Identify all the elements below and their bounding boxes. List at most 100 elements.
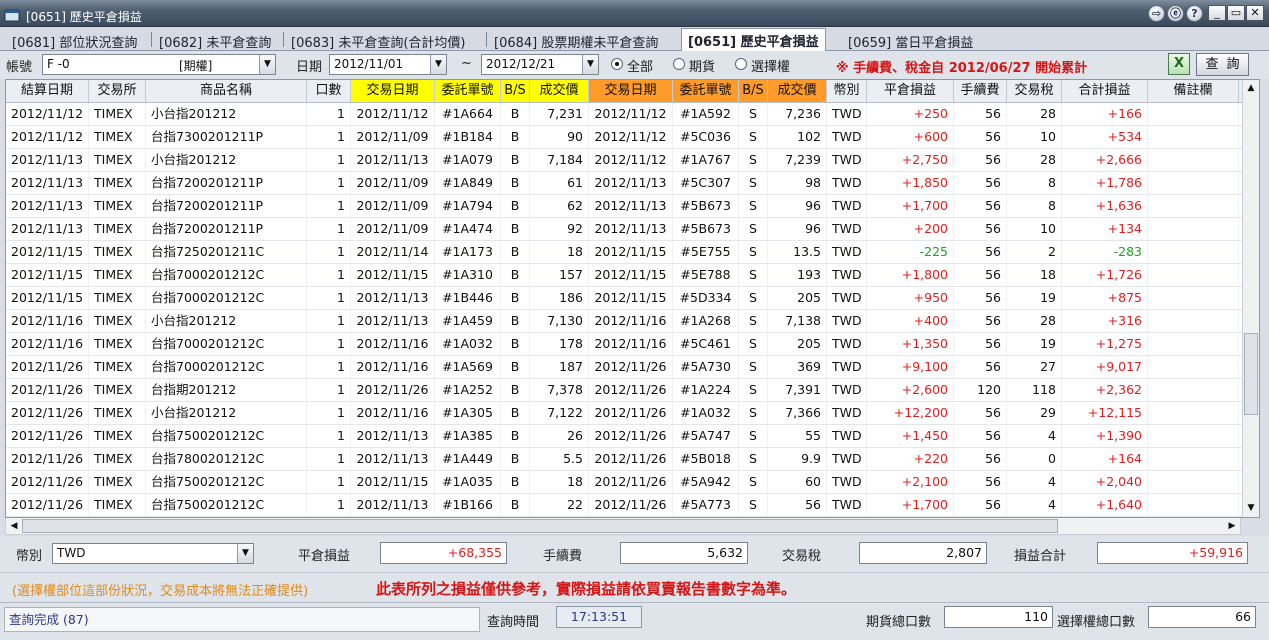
- status-bar: 查詢完成 (87) 查詢時間 17:13:51 期貨總口數 110 選擇權總口數…: [0, 602, 1269, 640]
- close-button[interactable]: ✕: [1246, 5, 1264, 21]
- cell-tax: 4: [1007, 494, 1062, 516]
- date-to-input[interactable]: 2012/12/21 ▼: [481, 54, 599, 75]
- help-icon[interactable]: ?: [1186, 5, 1203, 22]
- table-row[interactable]: 2012/11/15 TIMEX 台指7000201212C 1 2012/11/13 #…: [6, 287, 1243, 310]
- vertical-scrollbar[interactable]: ▲ ▼: [1242, 80, 1259, 517]
- calendar-dropdown-icon[interactable]: ▼: [582, 55, 598, 74]
- header-close-pnl[interactable]: 平倉損益: [867, 80, 954, 102]
- header-exchange[interactable]: 交易所: [89, 80, 146, 102]
- cell-product: 台指7250201211C: [146, 241, 307, 263]
- cell-open-trade-date: 2012/11/14: [351, 241, 435, 263]
- table-row[interactable]: 2012/11/26 TIMEX 台指7500201212C 1 2012/11/13 #…: [6, 494, 1243, 517]
- cell-close-trade-date: 2012/11/13: [589, 218, 673, 240]
- hscroll-thumb[interactable]: [22, 519, 1058, 533]
- account-select[interactable]: F -0 [期權] ▼: [42, 54, 276, 75]
- header-product[interactable]: 商品名稱: [146, 80, 307, 102]
- radio-all[interactable]: [611, 58, 623, 70]
- header-settle-date[interactable]: 結算日期: [6, 80, 89, 102]
- tab-strip: [0681] 部位狀況查詢 [0682] 未平倉查詢 [0683] 未平倉查詢(…: [0, 27, 1269, 52]
- header-qty[interactable]: 口數: [307, 80, 351, 102]
- date-from-input[interactable]: 2012/11/01 ▼: [329, 54, 447, 75]
- table-row[interactable]: 2012/11/13 TIMEX 台指7200201211P 1 2012/11/09 #…: [6, 218, 1243, 241]
- header-open-order-no[interactable]: 委託單號: [435, 80, 501, 102]
- cell-qty: 1: [307, 287, 351, 309]
- cell-product: 台指7500201212C: [146, 471, 307, 493]
- tab-0683[interactable]: [0683] 未平倉查詢(合計均價): [285, 30, 472, 51]
- cell-settle-date: 2012/11/26: [6, 448, 89, 470]
- cell-qty: 1: [307, 494, 351, 516]
- radio-all-label[interactable]: 全部: [627, 56, 653, 75]
- excel-export-icon[interactable]: X: [1168, 53, 1190, 75]
- table-row[interactable]: 2012/11/26 TIMEX 台指7500201212C 1 2012/11/13 #…: [6, 425, 1243, 448]
- table-row[interactable]: 2012/11/26 TIMEX 小台指201212 1 2012/11/16 #1A30…: [6, 402, 1243, 425]
- scroll-thumb[interactable]: [1244, 333, 1258, 415]
- cell-exchange: TIMEX: [89, 494, 146, 516]
- header-fee[interactable]: 手續費: [954, 80, 1007, 102]
- forward-icon[interactable]: ⇨: [1148, 5, 1165, 22]
- cell-open-trade-date: 2012/11/16: [351, 356, 435, 378]
- table-row[interactable]: 2012/11/26 TIMEX 台指7000201212C 1 2012/11/16 #…: [6, 356, 1243, 379]
- header-open-price[interactable]: 成交價: [530, 80, 589, 102]
- cell-open-trade-date: 2012/11/15: [351, 471, 435, 493]
- radio-futures[interactable]: [673, 58, 685, 70]
- query-button[interactable]: 查詢: [1196, 53, 1249, 76]
- scroll-right-icon[interactable]: ▶: [1224, 518, 1240, 535]
- table-row[interactable]: 2012/11/16 TIMEX 小台指201212 1 2012/11/13 #1A45…: [6, 310, 1243, 333]
- header-currency[interactable]: 幣別: [827, 80, 867, 102]
- cell-open-order-no: #1A664: [435, 103, 501, 125]
- table-row[interactable]: 2012/11/12 TIMEX 小台指201212 1 2012/11/12 #1A66…: [6, 103, 1243, 126]
- radio-options[interactable]: [735, 58, 747, 70]
- cell-open-bs: B: [501, 218, 530, 240]
- table-row[interactable]: 2012/11/26 TIMEX 台指期201212 1 2012/11/26 #1A25…: [6, 379, 1243, 402]
- header-close-order-no[interactable]: 委託單號: [673, 80, 739, 102]
- header-close-trade-date[interactable]: 交易日期: [589, 80, 673, 102]
- header-close-bs[interactable]: B/S: [739, 80, 768, 102]
- table-row[interactable]: 2012/11/16 TIMEX 台指7000201212C 1 2012/11/16 #…: [6, 333, 1243, 356]
- cell-net-pnl: +9,017: [1062, 356, 1148, 378]
- cell-close-order-no: #1A592: [673, 103, 739, 125]
- header-close-price[interactable]: 成交價: [768, 80, 827, 102]
- horizontal-scrollbar[interactable]: ◀ ▶: [5, 518, 1241, 535]
- scroll-left-icon[interactable]: ◀: [6, 518, 22, 535]
- tab-0682[interactable]: [0682] 未平倉查詢: [153, 30, 277, 51]
- cell-open-trade-date: 2012/11/13: [351, 494, 435, 516]
- chevron-down-icon[interactable]: ▼: [237, 544, 253, 563]
- scroll-up-icon[interactable]: ▲: [1243, 80, 1259, 97]
- table-row[interactable]: 2012/11/15 TIMEX 台指7000201212C 1 2012/11/15 #…: [6, 264, 1243, 287]
- tab-0659[interactable]: [0659] 當日平倉損益: [842, 30, 979, 51]
- cell-open-order-no: #1A849: [435, 172, 501, 194]
- cell-close-trade-date: 2012/11/16: [589, 333, 673, 355]
- table-row[interactable]: 2012/11/13 TIMEX 小台指201212 1 2012/11/13 #1A07…: [6, 149, 1243, 172]
- header-tax[interactable]: 交易稅: [1007, 80, 1062, 102]
- cell-qty: 1: [307, 195, 351, 217]
- table-row[interactable]: 2012/11/26 TIMEX 台指7500201212C 1 2012/11/15 #…: [6, 471, 1243, 494]
- maximize-button[interactable]: ▭: [1227, 5, 1245, 21]
- header-net-pnl[interactable]: 合計損益: [1062, 80, 1148, 102]
- table-row[interactable]: 2012/11/26 TIMEX 台指7800201212C 1 2012/11/13 #…: [6, 448, 1243, 471]
- table-row[interactable]: 2012/11/13 TIMEX 台指7200201211P 1 2012/11/09 #…: [6, 172, 1243, 195]
- cell-qty: 1: [307, 402, 351, 424]
- cell-product: 台指7200201211P: [146, 218, 307, 240]
- minimize-button[interactable]: _: [1208, 5, 1226, 21]
- radio-options-label[interactable]: 選擇權: [751, 56, 790, 75]
- header-remark[interactable]: 備註欄: [1148, 80, 1239, 102]
- table-row[interactable]: 2012/11/12 TIMEX 台指7300201211P 1 2012/11/09 #…: [6, 126, 1243, 149]
- scroll-down-icon[interactable]: ▼: [1243, 500, 1259, 517]
- header-open-bs[interactable]: B/S: [501, 80, 530, 102]
- tab-0651[interactable]: [0651] 歷史平倉損益: [681, 28, 826, 52]
- cell-open-order-no: #1B184: [435, 126, 501, 148]
- calendar-dropdown-icon[interactable]: ▼: [430, 55, 446, 74]
- header-open-trade-date[interactable]: 交易日期: [351, 80, 435, 102]
- cell-close-order-no: #5A773: [673, 494, 739, 516]
- tab-0681[interactable]: [0681] 部位狀況查詢: [6, 30, 143, 51]
- cell-close-order-no: #5A942: [673, 471, 739, 493]
- cell-open-trade-date: 2012/11/26: [351, 379, 435, 401]
- tab-0684[interactable]: [0684] 股票期權未平倉查詢: [488, 30, 664, 51]
- export-icon[interactable]: ⓔ: [1167, 5, 1184, 22]
- chevron-down-icon[interactable]: ▼: [259, 55, 275, 74]
- table-row[interactable]: 2012/11/15 TIMEX 台指7250201211C 1 2012/11/14 #…: [6, 241, 1243, 264]
- currency-select[interactable]: TWD ▼: [52, 543, 254, 564]
- cell-close-trade-date: 2012/11/12: [589, 149, 673, 171]
- table-row[interactable]: 2012/11/13 TIMEX 台指7200201211P 1 2012/11/09 #…: [6, 195, 1243, 218]
- radio-futures-label[interactable]: 期貨: [689, 56, 715, 75]
